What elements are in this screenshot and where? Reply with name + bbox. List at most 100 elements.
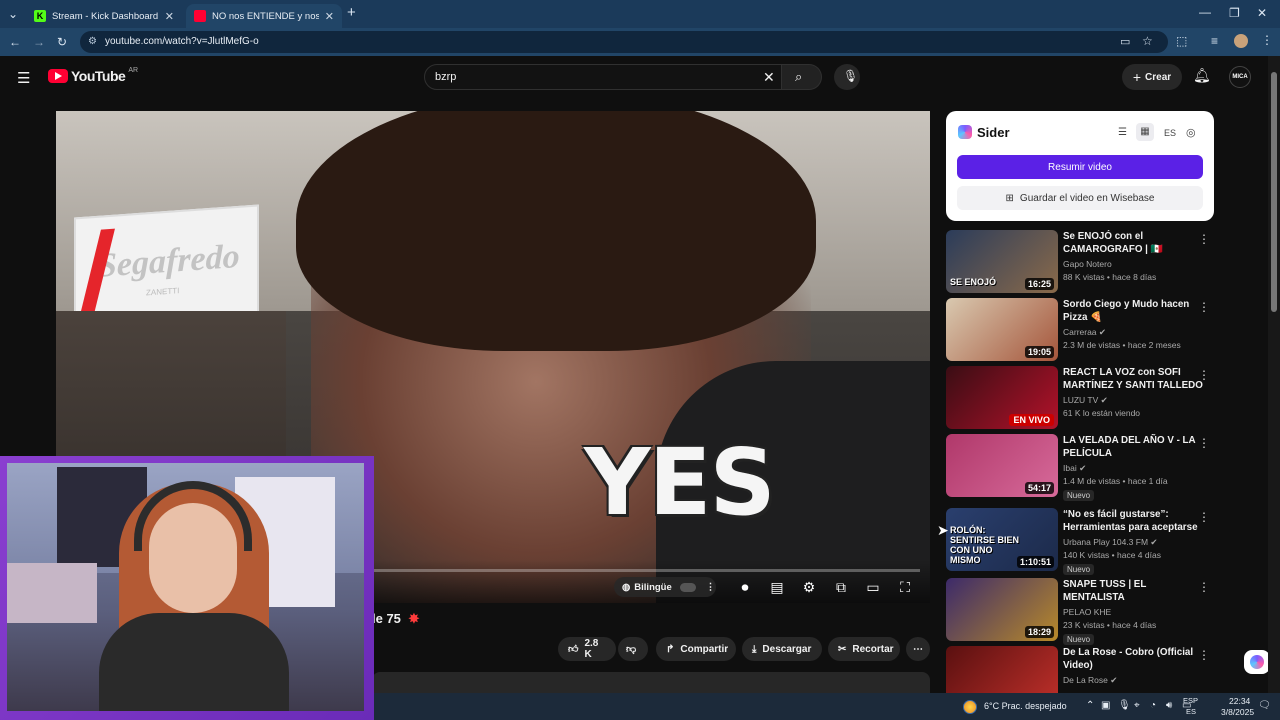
- recommended-video[interactable]: SE ENOJÓ 16:25 Se ENOJÓ con el CAMAROGRAFO…: [946, 230, 1214, 294]
- notification-center-icon[interactable]: 🗨︎: [1258, 700, 1271, 711]
- save-to-wisebase-button[interactable]: ⊞ Guardar el video en Wisebase: [957, 186, 1203, 210]
- download-button[interactable]: ⤓ Descargar: [742, 637, 822, 661]
- address-bar[interactable]: ⚙ youtube.com/watch?v=JlutlMefG-o ▭ ☆: [80, 31, 1168, 53]
- bilingual-switch[interactable]: [679, 582, 696, 592]
- channel-name[interactable]: PELAO KHE: [1063, 607, 1111, 617]
- sider-settings-icon[interactable]: ◎: [1186, 126, 1196, 139]
- more-options-icon[interactable]: ⋮: [706, 582, 716, 593]
- wifi-icon[interactable]: ◔: [1150, 700, 1156, 711]
- fullscreen-icon[interactable]: ⛶: [896, 578, 914, 596]
- video-options-icon[interactable]: ⋮: [1198, 648, 1210, 662]
- cast-icon[interactable]: ▭: [1120, 35, 1130, 48]
- language-selector[interactable]: ES: [1164, 128, 1176, 138]
- list-view-icon[interactable]: ☰: [1118, 127, 1127, 138]
- video-thumbnail[interactable]: EN VIVO: [946, 366, 1058, 429]
- tray-overflow-icon[interactable]: ⌃: [1086, 700, 1094, 711]
- profile-avatar[interactable]: [1234, 34, 1248, 48]
- reload-icon[interactable]: ↻: [57, 36, 67, 48]
- video-thumbnail[interactable]: SE ENOJÓ 16:25: [946, 230, 1058, 293]
- new-tab-icon[interactable]: +: [347, 5, 356, 20]
- input-language-bottom[interactable]: ES: [1186, 707, 1196, 716]
- channel-name[interactable]: De La Rose ✔: [1063, 675, 1117, 686]
- restore-icon[interactable]: ❐: [1229, 7, 1240, 19]
- video-options-icon[interactable]: ⋮: [1198, 232, 1210, 246]
- channel-name[interactable]: Ibai ✔: [1063, 463, 1086, 474]
- scrollbar-thumb[interactable]: [1271, 72, 1277, 312]
- channel-name[interactable]: Gapo Notero: [1063, 259, 1112, 269]
- url-text[interactable]: youtube.com/watch?v=JlutlMefG-o: [105, 36, 259, 47]
- share-button[interactable]: ↱ Compartir: [656, 637, 736, 661]
- miniplayer-icon[interactable]: ⧉: [832, 578, 850, 596]
- video-title[interactable]: Sordo Ciego y Mudo hacen Pizza 🍕: [1063, 298, 1203, 324]
- video-options-icon[interactable]: ⋮: [1198, 368, 1210, 382]
- close-window-icon[interactable]: ✕: [1257, 7, 1267, 19]
- clip-button[interactable]: ✂ Recortar: [828, 637, 900, 661]
- grid-view-icon[interactable]: ▦: [1136, 123, 1154, 141]
- like-button[interactable]: 👍︎ 2.8 K: [558, 637, 616, 661]
- notifications-bell-icon[interactable]: 🔔︎: [1193, 67, 1211, 84]
- tray-app-icon[interactable]: ▣: [1101, 700, 1110, 711]
- bilingual-audio-toggle[interactable]: ◍ Bilingüe ⋮: [614, 577, 716, 597]
- autoplay-toggle-icon[interactable]: ⏺: [734, 578, 756, 596]
- dislike-button[interactable]: 👎︎: [618, 637, 648, 661]
- channel-avatar[interactable]: MICA: [1229, 66, 1251, 88]
- sider-floating-button[interactable]: [1244, 650, 1270, 674]
- channel-name[interactable]: Carreraa ✔: [1063, 327, 1106, 338]
- clear-search-icon[interactable]: ✕: [763, 69, 775, 86]
- tab-youtube-video[interactable]: NO nos ENTIENDE y nos ESCRA ✕: [186, 4, 342, 28]
- video-options-icon[interactable]: ⋮: [1198, 436, 1210, 450]
- video-options-icon[interactable]: ⋮: [1198, 580, 1210, 594]
- clock-time[interactable]: 22:34: [1229, 696, 1250, 706]
- video-thumbnail[interactable]: 18:29: [946, 578, 1058, 641]
- recommended-video[interactable]: ROLÓN: SENTIRSE BIEN CON UNO MISMO 1:10:5…: [946, 508, 1214, 575]
- weather-icon[interactable]: [963, 700, 977, 714]
- settings-gear-icon[interactable]: ⚙: [800, 578, 818, 596]
- search-query[interactable]: bzrp: [435, 71, 456, 83]
- voice-search-button[interactable]: 🎙: [834, 64, 860, 90]
- minimize-icon[interactable]: —: [1199, 6, 1211, 18]
- input-language-top[interactable]: ESP: [1183, 696, 1198, 705]
- close-tab-icon[interactable]: ✕: [165, 10, 174, 23]
- video-title[interactable]: “No es fácil gustarse”: Herramientas par…: [1063, 508, 1203, 534]
- browser-menu-icon[interactable]: ⋮: [1261, 34, 1273, 46]
- recommended-video[interactable]: 18:29 SNAPE TUSS | EL MENTALISTA PELAO KHE…: [946, 578, 1214, 645]
- clock-date[interactable]: 3/8/2025: [1221, 707, 1254, 717]
- search-button[interactable]: ⌕: [782, 64, 822, 90]
- video-title[interactable]: LA VELADA DEL AÑO V - LA PELÍCULA: [1063, 434, 1203, 460]
- video-options-icon[interactable]: ⋮: [1198, 510, 1210, 524]
- theater-mode-icon[interactable]: ▭: [864, 578, 882, 596]
- close-tab-icon[interactable]: ✕: [325, 10, 334, 23]
- create-button[interactable]: + Crear: [1122, 64, 1182, 90]
- video-options-icon[interactable]: ⋮: [1198, 300, 1210, 314]
- weather-text[interactable]: 6°C Prac. despejado: [984, 701, 1067, 711]
- summarize-video-button[interactable]: Resumir video: [957, 155, 1203, 179]
- tab-search-icon[interactable]: ⌄: [8, 8, 18, 20]
- site-info-icon[interactable]: ⚙: [88, 36, 97, 47]
- tray-microphone-icon[interactable]: 🎙︎: [1118, 700, 1131, 711]
- more-actions-button[interactable]: ⋯: [906, 637, 930, 661]
- recommended-video[interactable]: 54:17 LA VELADA DEL AÑO V - LA PELÍCULA Ib…: [946, 434, 1214, 501]
- forward-icon[interactable]: →: [33, 36, 45, 48]
- tab-kick-dashboard[interactable]: K Stream - Kick Dashboard ✕: [26, 4, 182, 28]
- video-title[interactable]: De La Rose - Cobro (Official Video): [1063, 646, 1203, 672]
- volume-icon[interactable]: 🔊︎: [1166, 700, 1172, 711]
- search-input[interactable]: bzrp ✕: [424, 64, 782, 90]
- video-thumbnail[interactable]: 54:17: [946, 434, 1058, 497]
- tray-location-icon[interactable]: ⌖: [1134, 700, 1140, 711]
- progress-bar[interactable]: [372, 569, 920, 572]
- video-title[interactable]: Se ENOJÓ con el CAMAROGRAFO | 🇲🇽 Random …: [1063, 230, 1203, 256]
- back-icon[interactable]: ←: [9, 36, 21, 48]
- video-thumbnail[interactable]: 19:05: [946, 298, 1058, 361]
- video-thumbnail[interactable]: ROLÓN: SENTIRSE BIEN CON UNO MISMO 1:10:5…: [946, 508, 1058, 571]
- channel-name[interactable]: LUZU TV ✔: [1063, 395, 1108, 406]
- hamburger-menu-icon[interactable]: ☰: [17, 69, 30, 87]
- recommended-video[interactable]: EN VIVO REACT LA VOZ con SOFI MARTÍNEZ Y …: [946, 366, 1214, 430]
- subtitles-icon[interactable]: ▤: [768, 578, 786, 596]
- bookmark-star-icon[interactable]: ☆: [1142, 34, 1153, 48]
- description-box[interactable]: [372, 672, 930, 693]
- video-title[interactable]: REACT LA VOZ con SOFI MARTÍNEZ Y SANTI T…: [1063, 366, 1203, 392]
- recommended-video[interactable]: 19:05 Sordo Ciego y Mudo hacen Pizza 🍕 Car…: [946, 298, 1214, 362]
- reading-list-icon[interactable]: ≡: [1211, 35, 1218, 47]
- video-title[interactable]: SNAPE TUSS | EL MENTALISTA: [1063, 578, 1203, 604]
- channel-name[interactable]: Urbana Play 104.3 FM ✔: [1063, 537, 1158, 548]
